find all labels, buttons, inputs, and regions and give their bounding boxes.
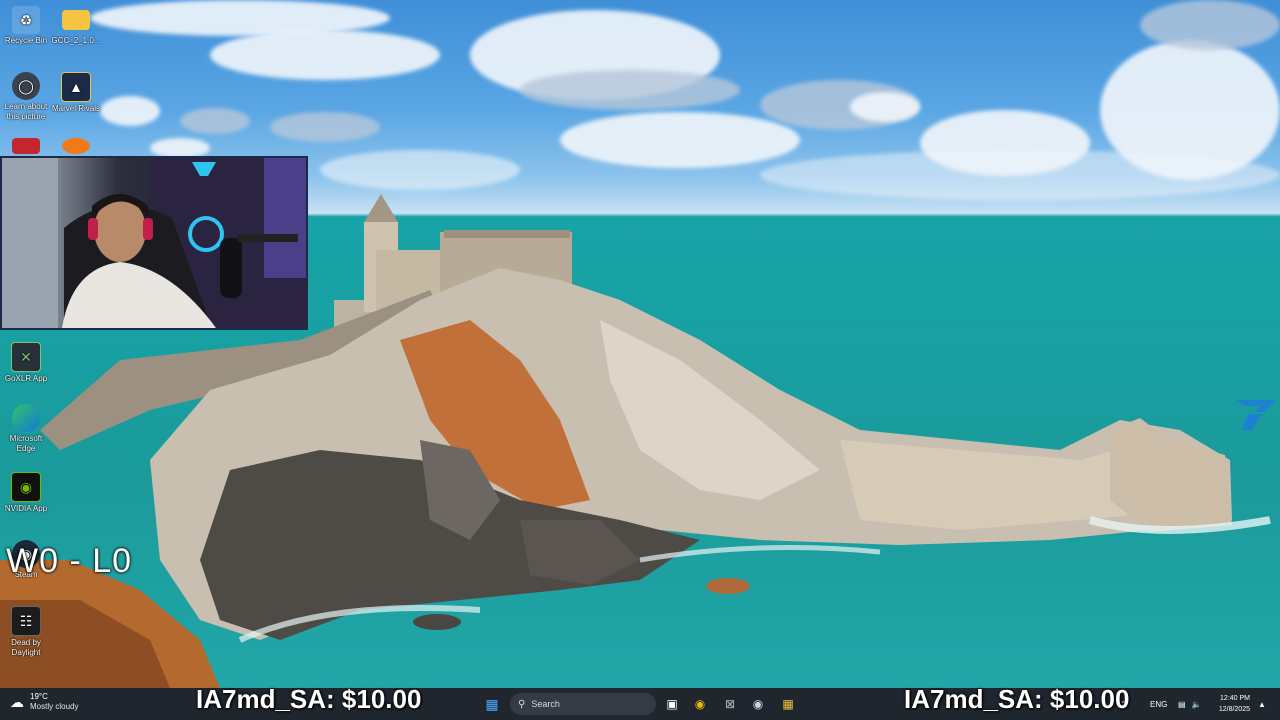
goxlr-icon: ✕ xyxy=(11,342,41,372)
donation-alert-left: IA7md_SA: $10.00 xyxy=(196,684,422,714)
xbox-icon: ⊠ xyxy=(724,697,736,711)
clock-date: 12/8/2025 xyxy=(1218,706,1250,713)
recycle-bin-icon: ♻ xyxy=(12,6,40,34)
taskbar-file-explorer[interactable]: ▦ xyxy=(778,694,798,714)
taskbar-xbox[interactable]: ⊠ xyxy=(720,694,740,714)
start-button[interactable]: ▦ xyxy=(482,694,502,714)
chrome-icon: ◉ xyxy=(694,697,706,711)
taskbar-chrome[interactable]: ◉ xyxy=(690,694,710,714)
language-label: ENG xyxy=(1150,699,1168,709)
webcam-overlay xyxy=(0,156,308,330)
desktop-icon-label: GCC_2_1.0... xyxy=(51,36,101,45)
edge-icon xyxy=(12,404,40,432)
app-icon xyxy=(62,138,90,154)
desktop-icon-label: Microsoft Edge xyxy=(9,434,43,453)
taskbar-clock[interactable]: 12:40 PM 12/8/2025 xyxy=(1219,693,1250,715)
desktop-icon-folder[interactable]: GCC_2_1.0... xyxy=(50,6,102,46)
desktop-wallpaper: ♻ Recycle Bin GCC_2_1.0... ◯ Learn about… xyxy=(0,0,1280,688)
windows-logo-icon: ▦ xyxy=(485,695,499,712)
desktop-icon-marvel-rivals[interactable]: ▲ Marvel Rivals xyxy=(50,72,102,114)
search-icon: ⚲ xyxy=(518,698,526,710)
bell-icon: ▲ xyxy=(1258,699,1266,709)
task-view-button[interactable]: ▣ xyxy=(662,694,682,714)
desktop-icon-label: Learn about this picture xyxy=(4,102,48,121)
desktop-icon-goxlr[interactable]: ✕ GoXLR App xyxy=(0,342,52,384)
desktop-icon-partial-1[interactable] xyxy=(0,138,52,154)
learn-icon: ◯ xyxy=(12,72,40,100)
streamer-webcam-feed xyxy=(2,158,306,328)
desktop-icon-label: NVIDIA App xyxy=(4,504,48,513)
dead-by-daylight-icon: ☷ xyxy=(11,606,41,636)
desktop-icon-label: GoXLR App xyxy=(4,374,48,383)
weather-widget[interactable]: ☁ 19°C Mostly cloudy xyxy=(10,692,78,712)
network-icon: ▤ xyxy=(1178,699,1186,709)
desktop-icon-recycle-bin[interactable]: ♻ Recycle Bin xyxy=(0,6,52,46)
steam-icon: ◉ xyxy=(752,697,764,711)
nvidia-icon: ◉ xyxy=(11,472,41,502)
taskbar-search-box[interactable]: ⚲ Search xyxy=(510,693,656,715)
desktop-icon-nvidia[interactable]: ◉ NVIDIA App xyxy=(0,472,52,514)
task-view-icon: ▣ xyxy=(666,697,678,711)
weather-description: Mostly cloudy xyxy=(30,702,79,711)
desktop-icon-label: Dead by Daylight xyxy=(11,638,41,657)
notification-button[interactable]: ▲ xyxy=(1258,688,1266,720)
desktop-icon-learn-about-picture[interactable]: ◯ Learn about this picture xyxy=(0,72,52,122)
marvel-rivals-icon: ▲ xyxy=(61,72,91,102)
folder-icon xyxy=(62,10,90,30)
search-placeholder: Search xyxy=(531,699,560,709)
weather-temperature: 19°C xyxy=(30,692,48,701)
desktop-icon-partial-2[interactable] xyxy=(50,138,102,154)
weather-cloud-icon: ☁ xyxy=(10,693,24,710)
headland-illustration xyxy=(0,194,1271,688)
desktop-icon-label: Recycle Bin xyxy=(4,36,48,45)
win-loss-counter: W0 - L0 xyxy=(6,542,133,580)
desktop-icon-label: Marvel Rivals xyxy=(51,104,100,113)
desktop-icon-dead-by-daylight[interactable]: ☷ Dead by Daylight xyxy=(0,606,52,658)
volume-icon: 🔈 xyxy=(1191,699,1202,709)
brand-watermark-logo xyxy=(1236,400,1276,430)
app-icon xyxy=(12,138,40,154)
folder-icon: ▦ xyxy=(782,697,794,711)
taskbar-steam[interactable]: ◉ xyxy=(748,694,768,714)
clock-time: 12:40 PM xyxy=(1220,695,1250,702)
desktop-icon-microsoft-edge[interactable]: Microsoft Edge xyxy=(0,404,52,454)
donation-alert-right: IA7md_SA: $10.00 xyxy=(904,684,1130,714)
language-indicator[interactable]: ENG xyxy=(1150,688,1167,720)
tray-icons[interactable]: ▤ 🔈 xyxy=(1178,688,1202,720)
